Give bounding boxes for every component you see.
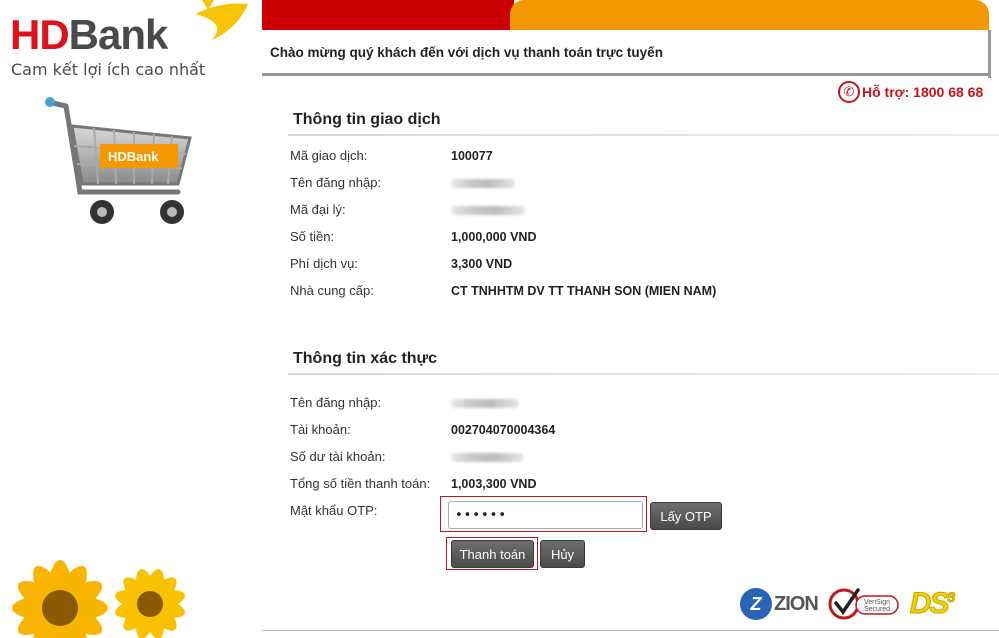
amount-label: Số tiền: bbox=[290, 229, 335, 244]
username-label: Tên đăng nhập: bbox=[290, 175, 382, 190]
service-fee-value: 3,300 VND bbox=[451, 257, 513, 271]
transaction-section-title: Thông tin giao dịch bbox=[293, 111, 441, 128]
transaction-id-value: 100077 bbox=[451, 149, 493, 163]
agent-code-value-redacted bbox=[451, 206, 525, 215]
logo-hd: HD bbox=[10, 11, 70, 58]
ds3-sup: 3 bbox=[947, 589, 956, 606]
transaction-id-label: Mã giao dịch: bbox=[290, 148, 368, 163]
header-red-bar bbox=[262, 0, 514, 30]
username-value-redacted bbox=[451, 179, 515, 188]
get-otp-button[interactable]: Lấy OTP bbox=[650, 502, 722, 530]
total-amount-label: Tổng số tiền thanh toán: bbox=[290, 476, 431, 491]
zion-logo: Z ZION bbox=[740, 588, 819, 620]
service-fee-label: Phí dịch vụ: bbox=[290, 256, 358, 271]
balance-label: Số dư tài khoản: bbox=[290, 449, 386, 464]
cart-label: HDBank bbox=[108, 149, 159, 164]
slogan: Cam kết lợi ích cao nhất bbox=[11, 60, 206, 79]
provider-value: CT TNHHTM DV TT THANH SON (MIEN NAM) bbox=[451, 284, 717, 298]
account-label: Tài khoản: bbox=[290, 422, 351, 437]
pay-button[interactable]: Thanh toán bbox=[451, 540, 534, 568]
cancel-button[interactable]: Hủy bbox=[540, 540, 585, 568]
verisign-secured-logo: VeriSign Secured bbox=[828, 588, 899, 620]
auth-section-title: Thông tin xác thực bbox=[293, 350, 438, 367]
welcome-message: Chào mừng quý khách đến với dịch vụ than… bbox=[270, 45, 663, 60]
amount-value: 1,000,000 VND bbox=[451, 230, 537, 244]
verisign-text-2: Secured bbox=[864, 606, 890, 613]
section-divider bbox=[288, 134, 999, 136]
header-edge bbox=[988, 30, 991, 78]
auth-username-value-redacted bbox=[451, 399, 519, 408]
logo-text: HDBank bbox=[10, 11, 169, 58]
section-divider bbox=[288, 373, 999, 375]
total-amount-value: 1,003,300 VND bbox=[451, 477, 537, 491]
otp-input[interactable] bbox=[448, 501, 643, 529]
security-logos: Z ZION VeriSign Secured DS3 bbox=[740, 586, 956, 622]
ds3-text: DS bbox=[909, 587, 950, 621]
logo-wing-icon bbox=[196, 0, 248, 40]
auth-username-label: Tên đăng nhập: bbox=[290, 395, 382, 410]
zion-text: ZION bbox=[774, 592, 819, 615]
agent-code-label: Mã đại lý: bbox=[290, 202, 346, 217]
provider-label: Nhà cung cấp: bbox=[290, 283, 374, 298]
logo-bank: Bank bbox=[68, 11, 169, 58]
support-hotline[interactable]: ✆ Hỗ trợ: 1800 68 68 bbox=[838, 81, 983, 103]
header-orange-bar bbox=[510, 0, 989, 30]
phone-icon: ✆ bbox=[838, 81, 860, 103]
verisign-text-1: VeriSign bbox=[864, 599, 890, 606]
account-value: 002704070004364 bbox=[451, 423, 556, 437]
left-panel: HDBank Cam kết lợi ích cao nhất HDBank bbox=[0, 0, 262, 638]
shopping-cart-icon: HDBank bbox=[45, 97, 192, 224]
otp-label: Mật khẩu OTP: bbox=[290, 503, 378, 518]
sunflowers-image bbox=[12, 560, 185, 638]
support-text: Hỗ trợ: 1800 68 68 bbox=[862, 84, 984, 100]
zion-circle-icon: Z bbox=[740, 588, 772, 620]
ds3-logo: DS3 bbox=[909, 587, 956, 621]
balance-value-redacted bbox=[451, 453, 523, 462]
hdbank-logo[interactable]: HDBank bbox=[10, 11, 169, 58]
footer-divider bbox=[262, 630, 999, 631]
